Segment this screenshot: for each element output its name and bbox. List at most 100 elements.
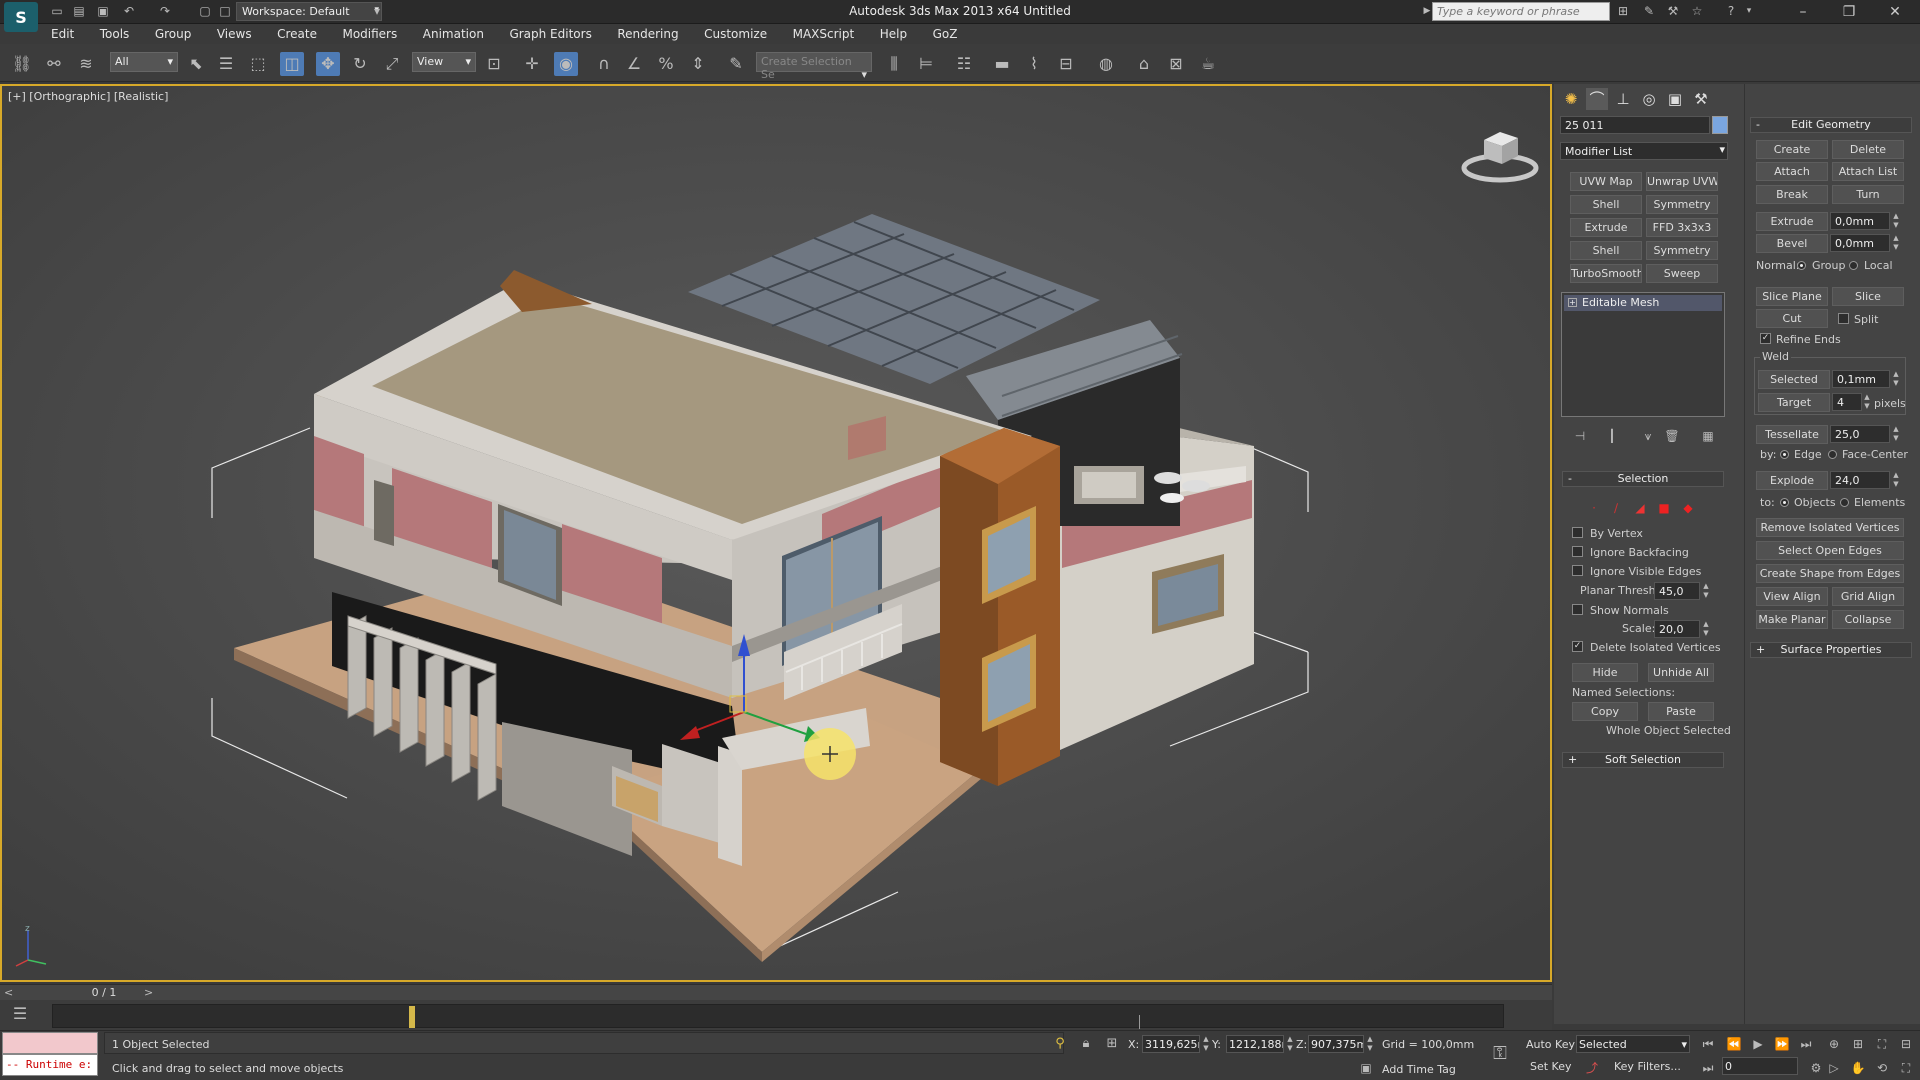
- selection-lock-icon[interactable]: 🔒︎: [1074, 1032, 1098, 1056]
- modify-tab-icon[interactable]: ⌒: [1586, 88, 1608, 110]
- edge-mode-icon[interactable]: ∕: [1604, 496, 1628, 520]
- angle-snap-icon[interactable]: ∠: [622, 52, 646, 76]
- slice-button[interactable]: Slice: [1832, 287, 1904, 306]
- named-selection-dropdown[interactable]: Create Selection Se ▾: [756, 52, 872, 81]
- time-prev-button[interactable]: <: [4, 985, 13, 1000]
- hold-icon[interactable]: □: [216, 3, 234, 20]
- unwrap-uvw-button[interactable]: Unwrap UVW: [1646, 172, 1718, 191]
- grid-align-button[interactable]: Grid Align: [1832, 587, 1904, 606]
- explode-angle-field[interactable]: 24,0: [1830, 471, 1890, 489]
- explode-elements-radio[interactable]: [1840, 498, 1849, 507]
- z-coordinate-field[interactable]: 907,375m: [1308, 1035, 1364, 1053]
- percent-snap-icon[interactable]: %: [654, 52, 678, 76]
- link-icon[interactable]: ⛓: [10, 52, 34, 76]
- maxscript-listener[interactable]: -- Runtime e:: [2, 1032, 98, 1076]
- tessellate-spinner-icon[interactable]: ▲ ▼: [1892, 425, 1900, 443]
- mini-curve-editor-icon[interactable]: ☰: [8, 1002, 32, 1026]
- y-coordinate-field[interactable]: 1212,188n: [1226, 1035, 1284, 1053]
- app-logo-icon[interactable]: S: [4, 2, 38, 32]
- menu-goz[interactable]: GoZ: [922, 24, 969, 44]
- bind-spacewarp-icon[interactable]: ≋: [74, 52, 98, 76]
- menu-maxscript[interactable]: MAXScript: [782, 24, 866, 44]
- attach-list-button[interactable]: Attach List: [1832, 162, 1904, 181]
- snaps-toggle-icon[interactable]: ∩: [592, 52, 616, 76]
- selection-filter-dropdown[interactable]: All ▾: [110, 52, 178, 72]
- select-object-icon[interactable]: ⬉: [184, 52, 208, 76]
- x-spinner-icon[interactable]: ▲ ▼: [1202, 1035, 1210, 1053]
- pin-stack-icon[interactable]: ⊣: [1568, 424, 1592, 448]
- surface-properties-rollout-header[interactable]: + Surface Properties: [1750, 642, 1912, 658]
- turbosmooth-button[interactable]: TurboSmooth: [1570, 264, 1642, 283]
- rectangular-selection-icon[interactable]: ⬚: [246, 52, 270, 76]
- isolate-selection-icon[interactable]: ⚲: [1048, 1032, 1072, 1056]
- spinner-snap-icon[interactable]: ⇕: [686, 52, 710, 76]
- quick-access-more-icon[interactable]: ▾: [368, 3, 386, 20]
- viewport-label[interactable]: [+] [Orthographic] [Realistic]: [8, 90, 168, 103]
- motion-tab-icon[interactable]: ◎: [1638, 88, 1660, 110]
- select-and-scale-icon[interactable]: ⤢: [380, 52, 404, 76]
- menu-tools[interactable]: Tools: [89, 24, 141, 44]
- explode-spinner-icon[interactable]: ▲ ▼: [1892, 471, 1900, 489]
- extrude-spinner-icon[interactable]: ▲ ▼: [1892, 212, 1900, 230]
- expand-plus-icon[interactable]: +: [1568, 298, 1577, 307]
- modifier-list-dropdown[interactable]: Modifier List ▾: [1560, 142, 1728, 160]
- cut-button[interactable]: Cut: [1756, 309, 1828, 328]
- paste-button[interactable]: Paste: [1648, 702, 1714, 721]
- tessellate-face-center-radio[interactable]: [1828, 450, 1837, 459]
- normals-scale-field[interactable]: 20,0: [1654, 620, 1700, 638]
- minimize-icon[interactable]: –: [1780, 0, 1826, 24]
- binoculars-icon[interactable]: ⊞: [1614, 3, 1632, 20]
- layer-manager-icon[interactable]: ☷: [952, 52, 976, 76]
- key-mode-toggle-icon[interactable]: ⏭: [1696, 1056, 1720, 1080]
- track-strip[interactable]: [52, 1004, 1504, 1029]
- tessellate-button[interactable]: Tessellate: [1756, 425, 1828, 444]
- field-of-view-icon[interactable]: ▷: [1822, 1056, 1846, 1080]
- explode-button[interactable]: Explode: [1756, 471, 1828, 490]
- explode-objects-radio[interactable]: [1780, 498, 1789, 507]
- set-key-button[interactable]: Set Key: [1530, 1060, 1572, 1073]
- absolute-mode-icon[interactable]: ⊞: [1100, 1032, 1124, 1056]
- time-slider[interactable]: < 0 / 1 >: [0, 984, 1552, 1000]
- selection-rollout-header[interactable]: - Selection: [1562, 471, 1724, 487]
- x-coordinate-field[interactable]: 3119,625m: [1142, 1035, 1200, 1053]
- maximize-viewport-icon[interactable]: ⛶: [1894, 1056, 1918, 1080]
- slice-plane-button[interactable]: Slice Plane: [1756, 287, 1828, 306]
- favorites-star-icon[interactable]: ☆: [1688, 3, 1706, 20]
- workspace-dropdown[interactable]: Workspace: Default ▾: [236, 2, 382, 21]
- collapse-button[interactable]: Collapse: [1832, 610, 1904, 629]
- manipulate-icon[interactable]: ✛: [520, 52, 544, 76]
- shell-button[interactable]: Shell: [1570, 195, 1642, 214]
- menu-help[interactable]: Help: [869, 24, 918, 44]
- weld-threshold-field[interactable]: 0,1mm: [1832, 370, 1890, 388]
- graphite-ribbon-icon[interactable]: ▬: [990, 52, 1014, 76]
- copy-button[interactable]: Copy: [1572, 702, 1638, 721]
- create-button[interactable]: Create: [1756, 140, 1828, 159]
- previous-frame-icon[interactable]: ⏪: [1722, 1032, 1746, 1056]
- shell-button-2[interactable]: Shell: [1570, 241, 1642, 260]
- add-time-tag[interactable]: Add Time Tag: [1382, 1063, 1456, 1076]
- modifier-stack[interactable]: + Editable Mesh: [1561, 292, 1725, 417]
- project-folder-icon[interactable]: ▢: [196, 3, 214, 20]
- reference-coordinate-dropdown[interactable]: View ▾: [412, 52, 476, 72]
- menu-group[interactable]: Group: [144, 24, 203, 44]
- y-spinner-icon[interactable]: ▲ ▼: [1286, 1035, 1294, 1053]
- window-crossing-icon[interactable]: ◫: [280, 52, 304, 76]
- create-shape-from-edges-button[interactable]: Create Shape from Edges: [1756, 564, 1904, 583]
- ignore-visible-edges-checkbox[interactable]: [1572, 565, 1583, 576]
- soft-selection-rollout-header[interactable]: + Soft Selection: [1562, 752, 1724, 768]
- weld-selected-button[interactable]: Selected: [1758, 370, 1830, 389]
- ignore-backfacing-checkbox[interactable]: [1572, 546, 1583, 557]
- current-frame-field[interactable]: 0: [1722, 1057, 1798, 1075]
- menu-create[interactable]: Create: [266, 24, 328, 44]
- viewcube[interactable]: [1460, 120, 1540, 186]
- go-to-start-icon[interactable]: ⏮: [1696, 1032, 1720, 1056]
- configure-modifier-sets-icon[interactable]: ▦: [1696, 424, 1720, 448]
- zoom-all-icon[interactable]: ⊞: [1846, 1032, 1870, 1056]
- weld-target-pixels-field[interactable]: 4: [1832, 393, 1862, 411]
- restore-icon[interactable]: ❐: [1826, 0, 1872, 24]
- render-production-icon[interactable]: ☕: [1196, 52, 1220, 76]
- track-bar[interactable]: ☰: [0, 1000, 1552, 1030]
- delete-button[interactable]: Delete: [1832, 140, 1904, 159]
- auto-key-button[interactable]: Auto Key: [1526, 1038, 1575, 1051]
- save-file-icon[interactable]: ▣: [94, 3, 112, 20]
